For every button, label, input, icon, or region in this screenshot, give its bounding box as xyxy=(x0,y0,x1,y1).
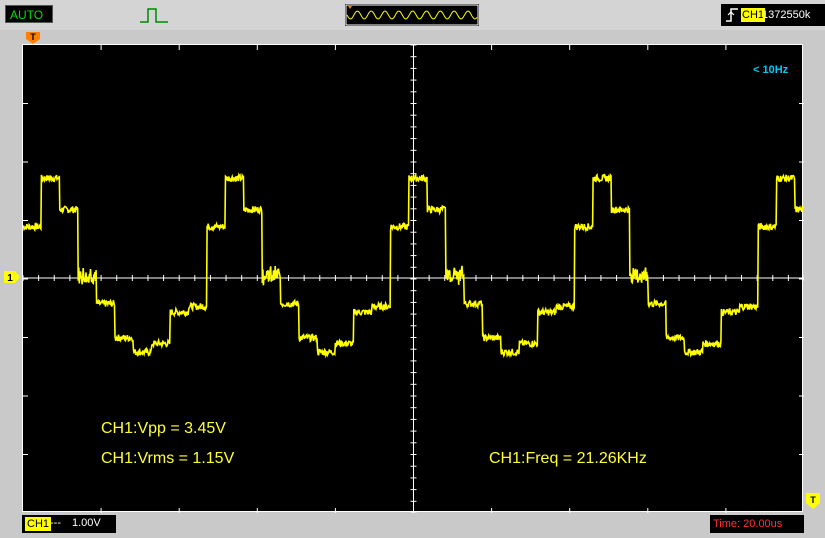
trigger-level-marker[interactable]: T xyxy=(806,493,820,509)
pulse-trigger-icon[interactable] xyxy=(138,4,170,26)
trigger-status[interactable]: CH1 1372550k xyxy=(721,4,825,26)
volts-per-div: 1.00V xyxy=(72,517,101,529)
channel-scale-panel[interactable]: CH1 --- 1.00V xyxy=(22,515,116,533)
waveform-overview[interactable] xyxy=(345,4,479,26)
vpp-measurement: CH1:Vpp = 3.45V xyxy=(101,420,226,437)
scope-grid-and-trace xyxy=(23,45,804,513)
channel1-level-marker[interactable]: 1 xyxy=(4,271,20,283)
channel-marker-label: 1 xyxy=(7,273,13,283)
vrms-measurement: CH1:Vrms = 1.15V xyxy=(101,450,235,467)
time-per-div[interactable]: Time: 20.00us xyxy=(710,515,804,533)
acquisition-mode[interactable]: AUTO xyxy=(5,5,53,23)
rising-edge-icon xyxy=(726,8,738,22)
channel-tag: CH1 xyxy=(24,516,53,532)
scope-display[interactable]: < 10Hz CH1:Vpp = 3.45V CH1:Vrms = 1.15V … xyxy=(22,44,804,513)
overview-trace-icon xyxy=(345,4,479,26)
trigger-position-marker[interactable]: T xyxy=(26,32,40,44)
trigger-marker-label: T xyxy=(30,32,36,42)
graticule xyxy=(23,45,804,513)
bottom-trigger-label: T xyxy=(810,495,816,505)
trigger-value: 1372550k xyxy=(762,9,811,21)
bottom-status-bar: CH1 --- 1.00V Time: 20.00us xyxy=(0,514,825,538)
top-toolbar: AUTO CH1 1372550k xyxy=(0,0,825,30)
freq-measurement: CH1:Freq = 21.26KHz xyxy=(489,450,647,467)
coupling-icon: --- xyxy=(50,517,61,529)
low-frequency-note: < 10Hz xyxy=(753,64,789,76)
